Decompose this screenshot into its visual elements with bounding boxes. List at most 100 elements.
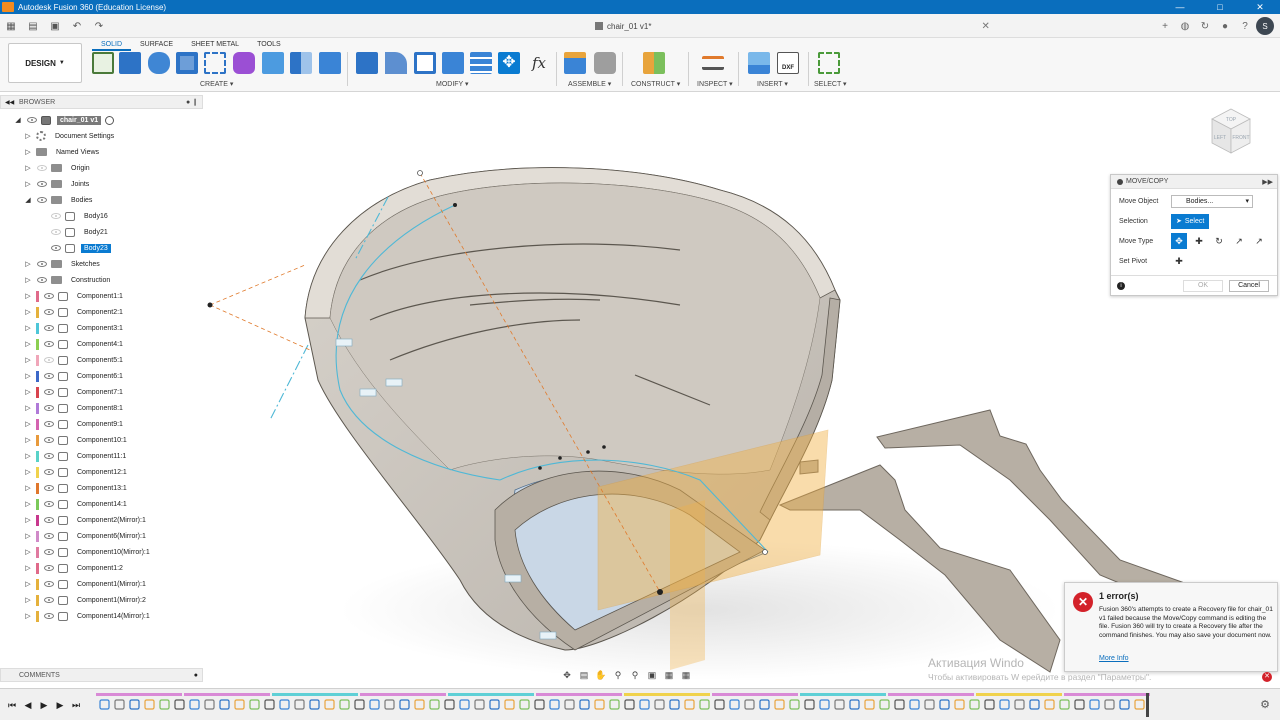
look-at-icon[interactable]: ▤ (577, 669, 591, 681)
grid-settings-icon[interactable]: ▦ (662, 669, 676, 681)
timeline-feature-icon[interactable] (444, 699, 455, 710)
tree-item-document-settings[interactable]: ▷ Document Settings (24, 129, 117, 143)
timeline-feature-icon[interactable] (1104, 699, 1115, 710)
visibility-eye-icon[interactable] (44, 389, 54, 395)
tree-item-component[interactable]: ▷ Component8:1 (24, 401, 126, 415)
tree-item-component[interactable]: ▷ Component1:1 (24, 289, 126, 303)
visibility-eye-icon[interactable] (37, 165, 47, 171)
visibility-eye-icon[interactable] (44, 533, 54, 539)
timeline-feature-icon[interactable] (834, 699, 845, 710)
timeline-feature-icon[interactable] (459, 699, 470, 710)
dismiss-notification-icon[interactable]: ✕ (1262, 672, 1272, 682)
tree-item-component[interactable]: ▷ Component10(Mirror):1 (24, 545, 153, 559)
timeline-feature-icon[interactable] (909, 699, 920, 710)
hole-icon[interactable] (176, 52, 198, 74)
sketch-point[interactable] (762, 549, 768, 555)
browser-header[interactable]: ◀◀ BROWSER ● ❙ (0, 95, 203, 109)
timeline-feature-icon[interactable] (969, 699, 980, 710)
timeline-feature-icon[interactable] (894, 699, 905, 710)
tree-item-component[interactable]: ▷ Component3:1 (24, 321, 126, 335)
timeline-feature-icon[interactable] (984, 699, 995, 710)
timeline-feature-icon[interactable] (564, 699, 575, 710)
revolve-icon[interactable] (148, 52, 170, 74)
timeline-feature-icon[interactable] (804, 699, 815, 710)
visibility-eye-icon[interactable] (44, 581, 54, 587)
cancel-button[interactable]: Cancel (1229, 279, 1269, 292)
timeline-feature-icon[interactable] (729, 699, 740, 710)
tree-item-component[interactable]: ▷ Component14(Mirror):1 (24, 609, 153, 623)
timeline-feature-icon[interactable] (129, 699, 140, 710)
collapse-icon[interactable]: ◀◀ (5, 99, 14, 106)
timeline-feature-icon[interactable] (819, 699, 830, 710)
visibility-eye-icon[interactable] (44, 293, 54, 299)
timeline-feature-icon[interactable] (144, 699, 155, 710)
timeline-settings-icon[interactable]: ⚙ (1260, 698, 1270, 711)
tree-item-body23[interactable]: Body23 (46, 241, 111, 255)
visibility-eye-icon[interactable] (51, 245, 61, 251)
insert-image-icon[interactable] (748, 52, 770, 74)
expand-arrow-icon[interactable]: ▷ (24, 564, 32, 572)
help-icon[interactable]: ? (1236, 17, 1254, 35)
pattern-icon[interactable] (204, 52, 226, 74)
tree-item-component[interactable]: ▷ Component2:1 (24, 305, 126, 319)
expand-arrow-icon[interactable]: ▷ (24, 484, 32, 492)
display-settings-icon[interactable]: ▣ (645, 669, 659, 681)
expand-arrow-icon[interactable]: ▷ (24, 580, 32, 588)
visibility-eye-icon[interactable] (51, 213, 61, 219)
timeline-feature-icon[interactable] (174, 699, 185, 710)
visibility-eye-icon[interactable] (44, 453, 54, 459)
timeline-feature-icon[interactable] (159, 699, 170, 710)
measure-icon[interactable] (702, 56, 724, 70)
tree-item-joints[interactable]: ▷ Joints (24, 177, 92, 191)
new-component-icon[interactable] (564, 52, 586, 74)
orbit-icon[interactable]: ✥ (560, 669, 574, 681)
expand-arrow-icon[interactable]: ▷ (24, 372, 32, 380)
insert-dxf-icon[interactable]: DXF (777, 52, 799, 74)
tree-item-component[interactable]: ▷ Component4:1 (24, 337, 126, 351)
comments-toggle-icon[interactable]: ● (194, 672, 198, 679)
timeline-feature-icon[interactable] (879, 699, 890, 710)
timeline-feature-icon[interactable] (1029, 699, 1040, 710)
expand-arrow-icon[interactable]: ▷ (24, 596, 32, 604)
create-sketch-icon[interactable] (92, 52, 114, 74)
timeline-feature-icon[interactable] (654, 699, 665, 710)
joint-icon[interactable] (594, 52, 616, 74)
extrude-icon[interactable] (119, 52, 141, 74)
tree-item-body16[interactable]: Body16 (46, 209, 111, 223)
timeline-feature-icon[interactable] (849, 699, 860, 710)
expand-arrow-icon[interactable]: ▷ (24, 548, 32, 556)
expand-arrow-icon[interactable]: ▷ (24, 180, 32, 188)
visibility-eye-icon[interactable] (44, 437, 54, 443)
tree-item-component[interactable]: ▷ Component1:2 (24, 561, 126, 575)
tree-item-component[interactable]: ▷ Component9:1 (24, 417, 126, 431)
expand-arrow-icon[interactable]: ▷ (24, 260, 32, 268)
timeline-feature-icon[interactable] (534, 699, 545, 710)
ok-button[interactable]: OK (1183, 279, 1223, 292)
timeline-feature-icon[interactable] (1044, 699, 1055, 710)
timeline-feature-icon[interactable] (1059, 699, 1070, 710)
visibility-eye-icon[interactable] (44, 341, 54, 347)
activate-radio-icon[interactable] (105, 115, 115, 125)
apps-grid-icon[interactable]: ▦ (2, 17, 20, 35)
point-to-position-icon[interactable]: ↗ (1251, 233, 1267, 249)
timeline-feature-icon[interactable] (1074, 699, 1085, 710)
timeline-feature-icon[interactable] (114, 699, 125, 710)
timeline-feature-icon[interactable] (669, 699, 680, 710)
timeline-feature-icon[interactable] (99, 699, 110, 710)
visibility-eye-icon[interactable] (44, 469, 54, 475)
timeline-feature-icon[interactable] (219, 699, 230, 710)
visibility-eye-icon[interactable] (44, 421, 54, 427)
visibility-eye-icon[interactable] (44, 565, 54, 571)
expand-arrow-icon[interactable]: ▷ (24, 404, 32, 412)
tree-item-component[interactable]: ▷ Component10:1 (24, 433, 130, 447)
timeline-feature-icon[interactable] (1089, 699, 1100, 710)
redo-icon[interactable]: ↷ (90, 17, 108, 35)
expand-arrow-icon[interactable]: ▷ (24, 148, 32, 156)
tree-item-component[interactable]: ▷ Component14:1 (24, 497, 130, 511)
expand-arrow-icon[interactable]: ▷ (24, 436, 32, 444)
assemble-menu[interactable]: ASSEMBLE ▾ (568, 80, 611, 88)
rotate-icon[interactable]: ↻ (1211, 233, 1227, 249)
browser-controls[interactable]: ● ❙ (186, 98, 198, 106)
tab-tools[interactable]: TOOLS (248, 40, 290, 51)
combine-icon[interactable] (262, 52, 284, 74)
